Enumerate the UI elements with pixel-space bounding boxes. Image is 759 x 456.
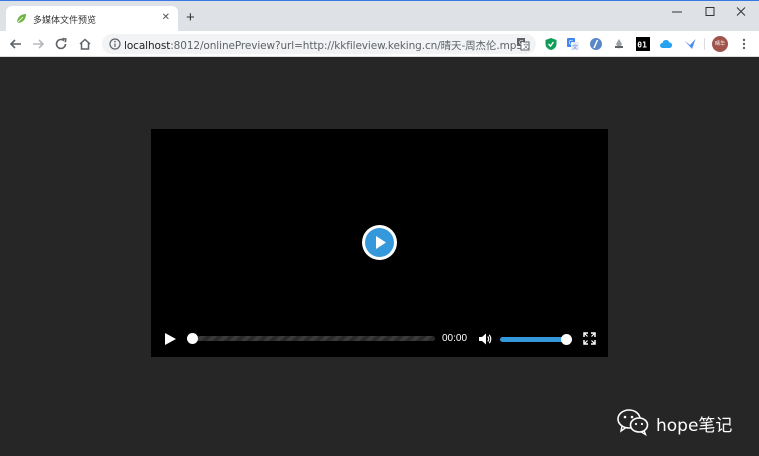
close-window-icon[interactable] [731, 5, 751, 19]
url-text: localhost:8012/onlinePreview?url=http://… [124, 38, 523, 53]
back-arrow-icon[interactable] [8, 36, 24, 52]
svg-text:文: 文 [523, 43, 529, 51]
play-button-icon[interactable] [163, 332, 177, 346]
browser-toolbar: localhost:8012/onlinePreview?url=http://… [0, 31, 759, 57]
dict-icon[interactable] [589, 37, 603, 51]
minimize-icon[interactable] [667, 5, 687, 19]
svg-text:01: 01 [637, 41, 647, 50]
watermark-text: hope笔记 [656, 416, 733, 436]
volume-slider[interactable] [500, 334, 572, 345]
translate-icon[interactable]: G 文 [516, 37, 530, 51]
url-host: localhost [124, 40, 171, 52]
profile-avatar-label: 晴华 [714, 41, 725, 47]
browser-tab[interactable]: 多媒体文件预览 ✕ [6, 6, 178, 32]
spring-leaf-icon [16, 14, 26, 24]
reload-icon[interactable] [53, 36, 69, 52]
watermark: hope笔记 [616, 407, 732, 437]
progress-handle[interactable] [187, 333, 198, 344]
maximize-icon[interactable] [700, 5, 720, 19]
address-bar[interactable]: localhost:8012/onlinePreview?url=http://… [102, 34, 536, 54]
site-info-icon[interactable] [109, 38, 121, 50]
dev-tool-icon[interactable] [612, 37, 626, 51]
adblock-shield-icon[interactable] [544, 37, 558, 51]
page-content: 00:00 hope笔记 [0, 57, 759, 456]
progress-bar[interactable] [187, 333, 435, 344]
media-player[interactable]: 00:00 [151, 129, 608, 357]
fullscreen-icon[interactable] [583, 332, 596, 345]
tab-strip: 多媒体文件预览 ✕ + [0, 0, 759, 32]
volume-handle[interactable] [561, 334, 572, 345]
profile-avatar[interactable]: 晴华 [712, 36, 728, 52]
tab-close-icon[interactable]: ✕ [162, 11, 170, 25]
google-translate-icon[interactable]: G 文 [566, 37, 580, 51]
tab-title: 多媒体文件预览 [33, 16, 97, 26]
volume-icon[interactable] [478, 332, 492, 346]
home-icon[interactable] [77, 36, 93, 52]
big-play-circle [365, 228, 394, 257]
new-tab-button[interactable]: + [186, 10, 195, 26]
cloud-icon[interactable] [659, 37, 673, 51]
forward-arrow-icon[interactable] [30, 36, 46, 52]
play-icon [376, 236, 386, 249]
big-play-button[interactable] [362, 225, 397, 260]
wechat-icon [617, 409, 649, 437]
counter-01-icon[interactable]: 01 [636, 37, 650, 51]
bird-icon[interactable] [683, 37, 697, 51]
more-menu-icon[interactable] [737, 37, 751, 51]
svg-text:文: 文 [572, 43, 578, 51]
current-time: 00:00 [442, 333, 468, 344]
toolbar-divider [704, 38, 705, 50]
url-path: :8012/onlinePreview?url=http://kkfilevie… [170, 40, 523, 52]
